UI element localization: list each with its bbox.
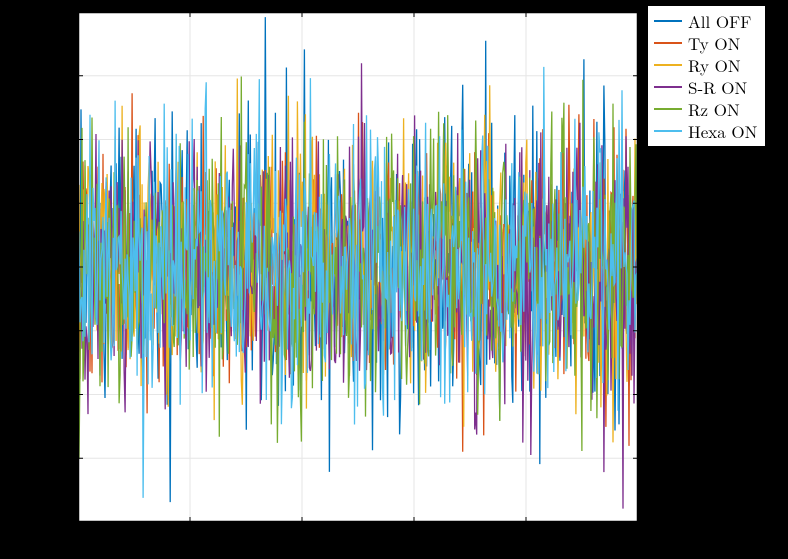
legend-label: Ry ON	[688, 54, 741, 76]
legend-swatch	[654, 64, 682, 66]
chart-svg	[78, 12, 638, 522]
legend-item: Hexa ON	[654, 120, 757, 142]
legend-item: Ry ON	[654, 54, 757, 76]
legend-label: All OFF	[688, 10, 751, 32]
legend-item: All OFF	[654, 10, 757, 32]
figure: All OFFTy ONRy ONS-R ONRz ONHexa ON	[0, 0, 788, 559]
legend: All OFFTy ONRy ONS-R ONRz ONHexa ON	[647, 5, 766, 147]
legend-swatch	[654, 108, 682, 110]
legend-swatch	[654, 86, 682, 88]
legend-label: Ty ON	[688, 32, 740, 54]
legend-item: Ty ON	[654, 32, 757, 54]
legend-swatch	[654, 42, 682, 44]
legend-item: Rz ON	[654, 98, 757, 120]
legend-swatch	[654, 20, 682, 22]
legend-label: Hexa ON	[688, 120, 757, 142]
legend-swatch	[654, 130, 682, 132]
plot-area	[78, 12, 638, 522]
legend-label: S-R ON	[688, 76, 747, 98]
legend-label: Rz ON	[688, 98, 740, 120]
legend-item: S-R ON	[654, 76, 757, 98]
